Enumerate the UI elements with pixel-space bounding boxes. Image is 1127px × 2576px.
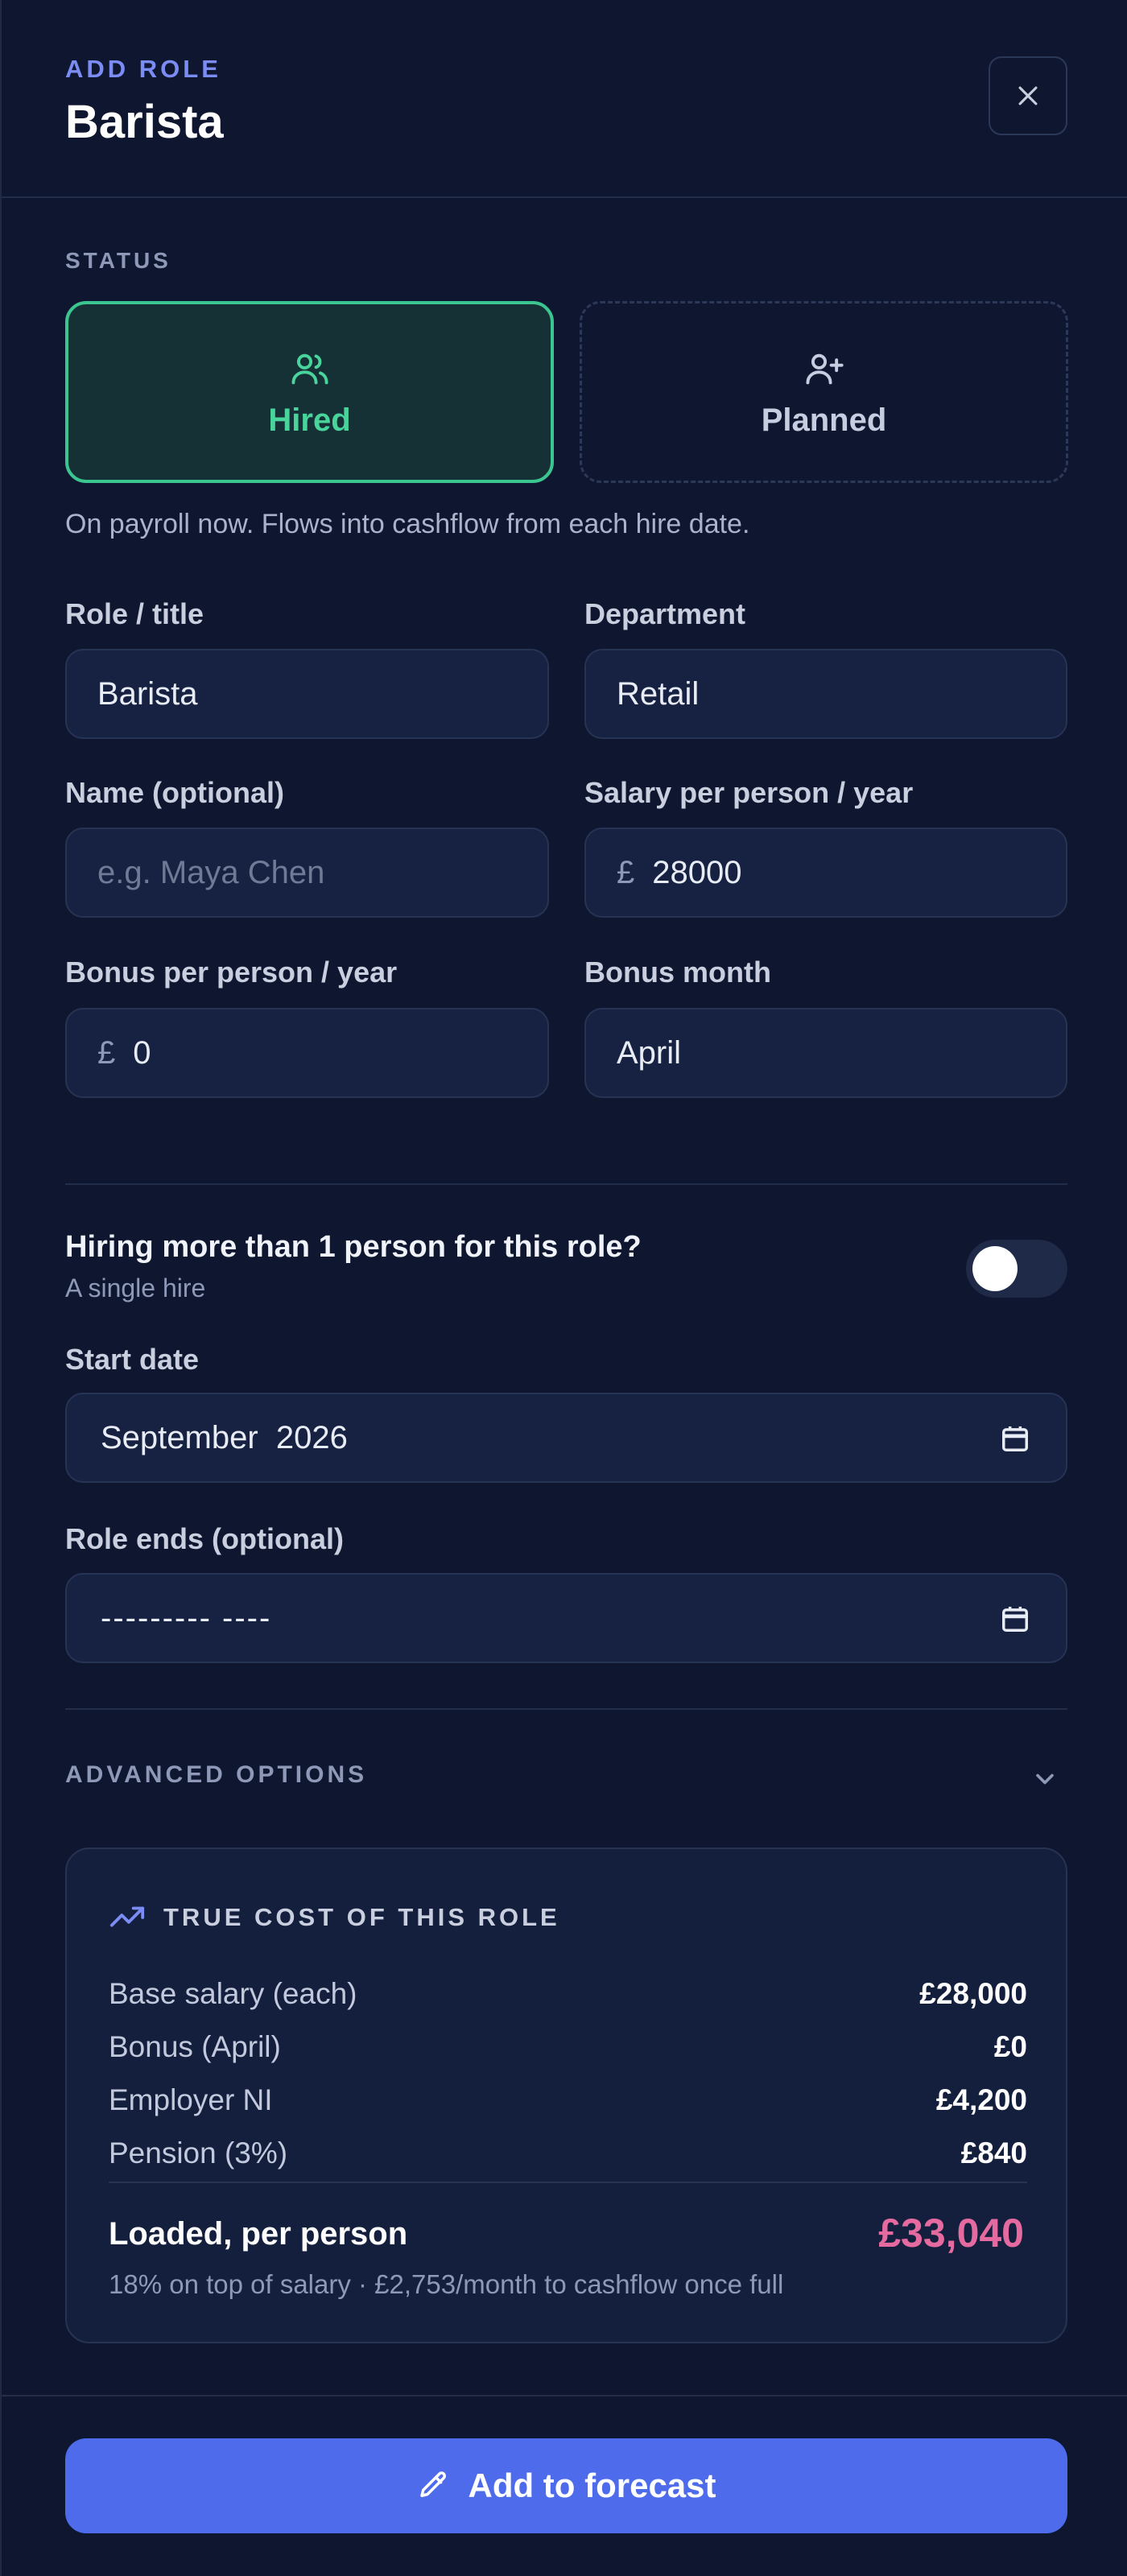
role-title-value: Barista xyxy=(97,675,198,712)
loaded-cost-label: Loaded, per person xyxy=(109,2216,408,2252)
bonus-month-label: Bonus month xyxy=(584,956,771,989)
cost-row-value: £0 xyxy=(993,2030,1027,2063)
bonus-label: Bonus per person / year xyxy=(65,956,398,989)
start-date-value: September 2026 xyxy=(101,1419,348,1455)
close-icon xyxy=(1018,86,1038,105)
loaded-cost-note: 18% on top of salary · £2,753/month to c… xyxy=(109,2269,784,2299)
status-option-label: Planned xyxy=(761,402,887,438)
status-option-planned[interactable]: Planned xyxy=(580,301,1068,483)
role-ends-label: Role ends (optional) xyxy=(65,1522,344,1555)
panel-title: Barista xyxy=(65,96,224,148)
bonus-month-value: April xyxy=(617,1034,682,1071)
users-icon xyxy=(291,353,328,384)
department-input[interactable]: Retail xyxy=(584,649,1067,739)
loaded-cost-value: £33,040 xyxy=(878,2211,1024,2256)
true-cost-header: TRUE COST OF THIS ROLE xyxy=(109,1899,560,1936)
cost-row: Base salary (each) £28,000 xyxy=(109,1971,1027,2017)
advanced-options-toggle[interactable]: ADVANCED OPTIONS xyxy=(65,1753,1067,1802)
section-divider xyxy=(65,1708,1067,1710)
cost-row-value: £840 xyxy=(960,2136,1027,2169)
name-input[interactable]: e.g. Maya Chen xyxy=(65,828,549,918)
add-role-panel: ADD ROLE Barista STATUS Hired Planned On… xyxy=(0,0,1127,2576)
salary-currency: £ xyxy=(617,854,635,890)
true-cost-card: TRUE COST OF THIS ROLE Base salary (each… xyxy=(65,1847,1067,2343)
panel-eyebrow: ADD ROLE xyxy=(65,55,221,83)
department-label: Department xyxy=(584,597,746,630)
salary-value: 28000 xyxy=(652,854,742,890)
status-section-label: STATUS xyxy=(65,248,171,273)
salary-label: Salary per person / year xyxy=(584,776,914,809)
add-to-forecast-button[interactable]: Add to forecast xyxy=(65,2438,1067,2533)
trending-up-icon xyxy=(109,1906,145,1927)
department-value: Retail xyxy=(617,675,700,712)
role-ends-input[interactable]: --------- ---- xyxy=(65,1573,1067,1663)
cost-row-label: Pension (3%) xyxy=(109,2136,288,2169)
footer-divider xyxy=(2,2395,1127,2396)
bonus-currency: £ xyxy=(97,1034,116,1071)
name-label: Name (optional) xyxy=(65,776,285,809)
bonus-input[interactable]: £ 0 xyxy=(65,1008,549,1098)
multi-hire-toggle[interactable] xyxy=(966,1240,1067,1298)
cost-row-label: Bonus (April) xyxy=(109,2030,281,2063)
chevron-down-icon xyxy=(1036,1773,1054,1785)
calendar-icon[interactable] xyxy=(1000,1604,1030,1634)
true-cost-title: TRUE COST OF THIS ROLE xyxy=(163,1903,560,1931)
user-plus-icon xyxy=(805,353,844,384)
role-ends-value: --------- ---- xyxy=(101,1600,272,1636)
pencil-icon xyxy=(420,2471,447,2497)
status-help-text: On payroll now. Flows into cashflow from… xyxy=(65,509,750,539)
cost-row-value: £4,200 xyxy=(935,2083,1027,2116)
toggle-knob xyxy=(972,1246,1018,1291)
multi-hire-subtitle: A single hire xyxy=(65,1274,206,1302)
name-placeholder: e.g. Maya Chen xyxy=(97,854,325,890)
cost-row: Employer NI £4,200 xyxy=(109,2078,1027,2123)
role-title-input[interactable]: Barista xyxy=(65,649,549,739)
bonus-value: 0 xyxy=(133,1034,151,1071)
close-button[interactable] xyxy=(989,56,1067,135)
role-title-label: Role / title xyxy=(65,597,204,630)
calendar-icon[interactable] xyxy=(1000,1423,1030,1454)
bonus-month-select[interactable]: April xyxy=(584,1008,1067,1098)
section-divider xyxy=(65,1183,1067,1185)
status-option-hired[interactable]: Hired xyxy=(65,301,554,483)
cost-row-label: Base salary (each) xyxy=(109,1977,357,2010)
add-to-forecast-label: Add to forecast xyxy=(468,2467,716,2504)
cost-row: Pension (3%) £840 xyxy=(109,2131,1027,2176)
start-date-label: Start date xyxy=(65,1343,200,1376)
status-option-label: Hired xyxy=(268,402,351,438)
cost-row-value: £28,000 xyxy=(919,1977,1027,2010)
multi-hire-title: Hiring more than 1 person for this role? xyxy=(65,1230,642,1264)
cost-row: Bonus (April) £0 xyxy=(109,2025,1027,2070)
cost-divider xyxy=(109,2182,1027,2183)
start-date-input[interactable]: September 2026 xyxy=(65,1393,1067,1483)
advanced-options-label: ADVANCED OPTIONS xyxy=(65,1761,368,1788)
cost-row-label: Employer NI xyxy=(109,2083,273,2116)
panel-header: ADD ROLE Barista xyxy=(2,0,1127,198)
salary-input[interactable]: £ 28000 xyxy=(584,828,1067,918)
